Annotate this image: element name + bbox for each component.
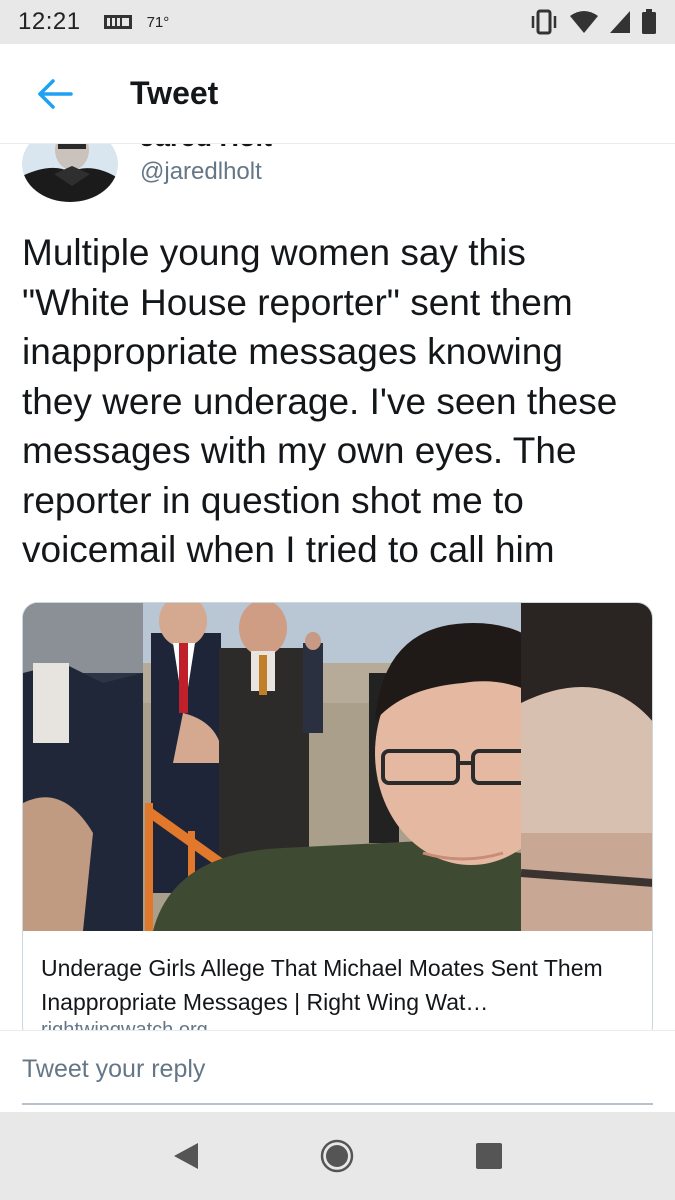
status-bar: 12:21 71° xyxy=(0,0,675,44)
tweet-text: Multiple young women say this "White Hou… xyxy=(22,232,618,570)
back-triangle-icon xyxy=(173,1143,198,1169)
back-button[interactable] xyxy=(0,44,110,144)
reply-bar: Tweet your reply xyxy=(0,1030,675,1112)
nav-home-button[interactable] xyxy=(307,1126,367,1186)
avatar[interactable] xyxy=(22,144,118,202)
signal-icon xyxy=(610,11,630,33)
nav-back-button[interactable] xyxy=(156,1126,216,1186)
news-icon xyxy=(103,15,132,29)
status-time: 12:21 xyxy=(18,8,81,35)
author-handle[interactable]: @jaredlholt xyxy=(140,158,262,186)
wifi-icon xyxy=(570,11,598,33)
app-bar: Tweet xyxy=(0,44,675,144)
temperature: 71° xyxy=(146,13,170,31)
recents-square-icon xyxy=(476,1143,503,1169)
link-card[interactable]: Underage Girls Allege That Michael Moate… xyxy=(22,602,653,1030)
vibrate-icon xyxy=(531,9,557,35)
battery-icon xyxy=(642,9,656,34)
nav-bar xyxy=(0,1112,675,1200)
nav-recents-button[interactable] xyxy=(459,1126,519,1186)
reply-underline xyxy=(22,1103,653,1105)
arrow-left-icon xyxy=(38,78,73,109)
author-name[interactable]: Jared Holt xyxy=(140,144,272,153)
avatar-image xyxy=(22,144,118,202)
tweet-author: Jared Holt @jaredlholt xyxy=(22,144,662,206)
card-title: Underage Girls Allege That Michael Moate… xyxy=(41,955,603,1015)
tweet-detail: Jared Holt @jaredlholt Multiple young wo… xyxy=(0,144,675,1030)
reply-input[interactable]: Tweet your reply xyxy=(22,1055,205,1084)
card-domain: rightwingwatch.org xyxy=(41,1019,208,1030)
page-title: Tweet xyxy=(130,75,219,111)
card-image xyxy=(23,603,652,931)
home-circle-icon xyxy=(321,1139,354,1173)
